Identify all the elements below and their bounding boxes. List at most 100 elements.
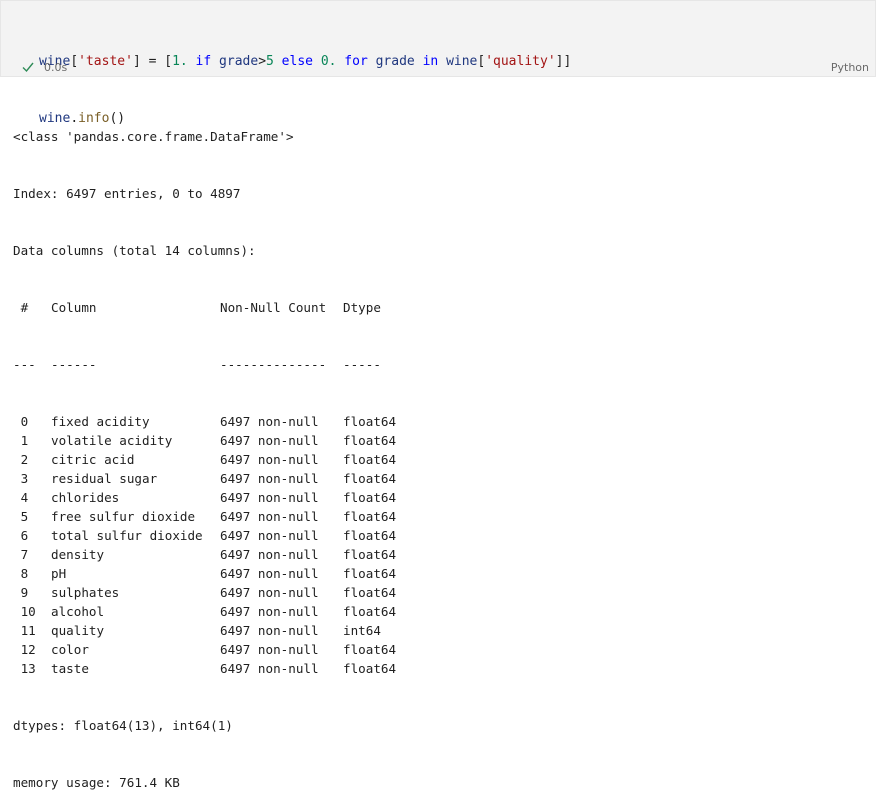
separator-index: ---	[13, 357, 36, 372]
table-row: 5 free sulfur dioxide 6497 non-null float64	[13, 507, 397, 526]
code-cell[interactable]: wine['taste'] = [1. if grade>5 else 0. f…	[0, 0, 876, 126]
code-token: ]]	[555, 54, 572, 69]
row-dtype: float64	[343, 604, 397, 619]
row-non-null-count: 6497 non-null	[220, 604, 319, 619]
row-column-name: chlorides	[51, 490, 120, 505]
row-index: 10	[13, 604, 36, 619]
checkmark-icon	[22, 62, 34, 73]
code-token: in	[414, 54, 447, 69]
header-index: #	[13, 300, 29, 315]
row-non-null-count: 6497 non-null	[220, 642, 319, 657]
row-column-name: total sulfur dioxide	[51, 528, 203, 543]
row-non-null-count: 6497 non-null	[220, 585, 319, 600]
code-token: 'quality'	[485, 54, 556, 69]
cell-output: <class 'pandas.core.frame.DataFrame'> In…	[13, 89, 396, 811]
table-row: 7 density 6497 non-null float64	[13, 545, 397, 564]
row-non-null-count: 6497 non-null	[220, 528, 319, 543]
row-column-name: density	[51, 547, 105, 562]
row-column-name: fixed acidity	[51, 414, 150, 429]
separator-dtype: -----	[343, 357, 381, 372]
row-dtype: float64	[343, 452, 397, 467]
row-index: 13	[13, 661, 36, 676]
table-row: 11 quality 6497 non-null int64	[13, 621, 396, 640]
row-column-name: residual sugar	[51, 471, 158, 486]
row-dtype: float64	[343, 528, 397, 543]
code-token: 1.	[172, 54, 188, 69]
output-line: Index: 6497 entries, 0 to 4897	[13, 186, 241, 201]
row-column-name: taste	[51, 661, 89, 676]
table-header: # Column Non-Null Count Dtype	[13, 298, 396, 317]
table-row: 2 citric acid 6497 non-null float64	[13, 450, 397, 469]
table-row: 9 sulphates 6497 non-null float64	[13, 583, 397, 602]
row-index: 11	[13, 623, 36, 638]
output-line: memory usage: 761.4 KB	[13, 775, 180, 790]
row-index: 5	[13, 509, 29, 524]
code-token: grade	[219, 54, 259, 69]
row-index: 4	[13, 490, 29, 505]
output-line: dtypes: float64(13), int64(1)	[13, 718, 233, 733]
row-non-null-count: 6497 non-null	[220, 566, 319, 581]
execution-status: 0.0s	[21, 60, 67, 74]
table-row: 0 fixed acidity 6497 non-null float64	[13, 412, 397, 431]
row-non-null-count: 6497 non-null	[220, 471, 319, 486]
row-column-name: sulphates	[51, 585, 120, 600]
row-non-null-count: 6497 non-null	[220, 490, 319, 505]
row-index: 8	[13, 566, 29, 581]
code-token: if	[187, 54, 220, 69]
row-dtype: float64	[343, 642, 397, 657]
row-index: 0	[13, 414, 29, 429]
code-line: wine['taste'] = [1. if grade>5 else 0. f…	[39, 52, 571, 71]
table-row: 13 taste 6497 non-null float64	[13, 659, 397, 678]
row-non-null-count: 6497 non-null	[220, 414, 319, 429]
row-dtype: float64	[343, 661, 397, 676]
code-token: ]	[132, 54, 141, 69]
row-column-name: quality	[51, 623, 105, 638]
table-row: 1 volatile acidity 6497 non-null float64	[13, 431, 397, 450]
row-non-null-count: 6497 non-null	[220, 623, 319, 638]
row-index: 2	[13, 452, 29, 467]
code-token: grade	[375, 54, 415, 69]
row-column-name: citric acid	[51, 452, 135, 467]
language-selector[interactable]: Python	[831, 61, 869, 74]
separator-non-null: --------------	[220, 357, 327, 372]
execution-time: 0.0s	[44, 60, 68, 74]
row-dtype: float64	[343, 433, 397, 448]
table-separator: --- ------ -------------- -----	[13, 355, 396, 374]
code-token: wine	[446, 54, 478, 69]
row-non-null-count: 6497 non-null	[220, 433, 319, 448]
row-dtype: float64	[343, 471, 397, 486]
row-index: 7	[13, 547, 29, 562]
row-index: 1	[13, 433, 29, 448]
row-non-null-count: 6497 non-null	[220, 547, 319, 562]
table-row: 3 residual sugar 6497 non-null float64	[13, 469, 397, 488]
code-token: 'taste'	[78, 54, 133, 69]
row-index: 9	[13, 585, 29, 600]
row-dtype: float64	[343, 509, 397, 524]
row-non-null-count: 6497 non-null	[220, 452, 319, 467]
row-dtype: float64	[343, 490, 397, 505]
row-dtype: float64	[343, 585, 397, 600]
table-row: 6 total sulfur dioxide 6497 non-null float6…	[13, 526, 397, 545]
table-row: 10 alcohol 6497 non-null float64	[13, 602, 397, 621]
header-non-null: Non-Null Count	[220, 300, 327, 315]
code-token: [	[70, 54, 79, 69]
code-token: for	[336, 54, 376, 69]
row-index: 6	[13, 528, 29, 543]
row-dtype: float64	[343, 547, 397, 562]
row-column-name: pH	[51, 566, 67, 581]
row-column-name: alcohol	[51, 604, 105, 619]
code-token: = [	[140, 54, 173, 69]
row-index: 3	[13, 471, 29, 486]
header-column: Column	[51, 300, 97, 315]
row-column-name: volatile acidity	[51, 433, 173, 448]
row-dtype: int64	[343, 623, 381, 638]
row-index: 12	[13, 642, 36, 657]
output-line: Data columns (total 14 columns):	[13, 243, 256, 258]
table-row: 12 color 6497 non-null float64	[13, 640, 397, 659]
code-token: 5	[266, 54, 274, 69]
row-column-name: color	[51, 642, 89, 657]
row-non-null-count: 6497 non-null	[220, 509, 319, 524]
table-rows: 0 fixed acidity 6497 non-null float64 1 vola…	[13, 412, 397, 678]
row-non-null-count: 6497 non-null	[220, 661, 319, 676]
table-row: 8 pH 6497 non-null float64	[13, 564, 397, 583]
